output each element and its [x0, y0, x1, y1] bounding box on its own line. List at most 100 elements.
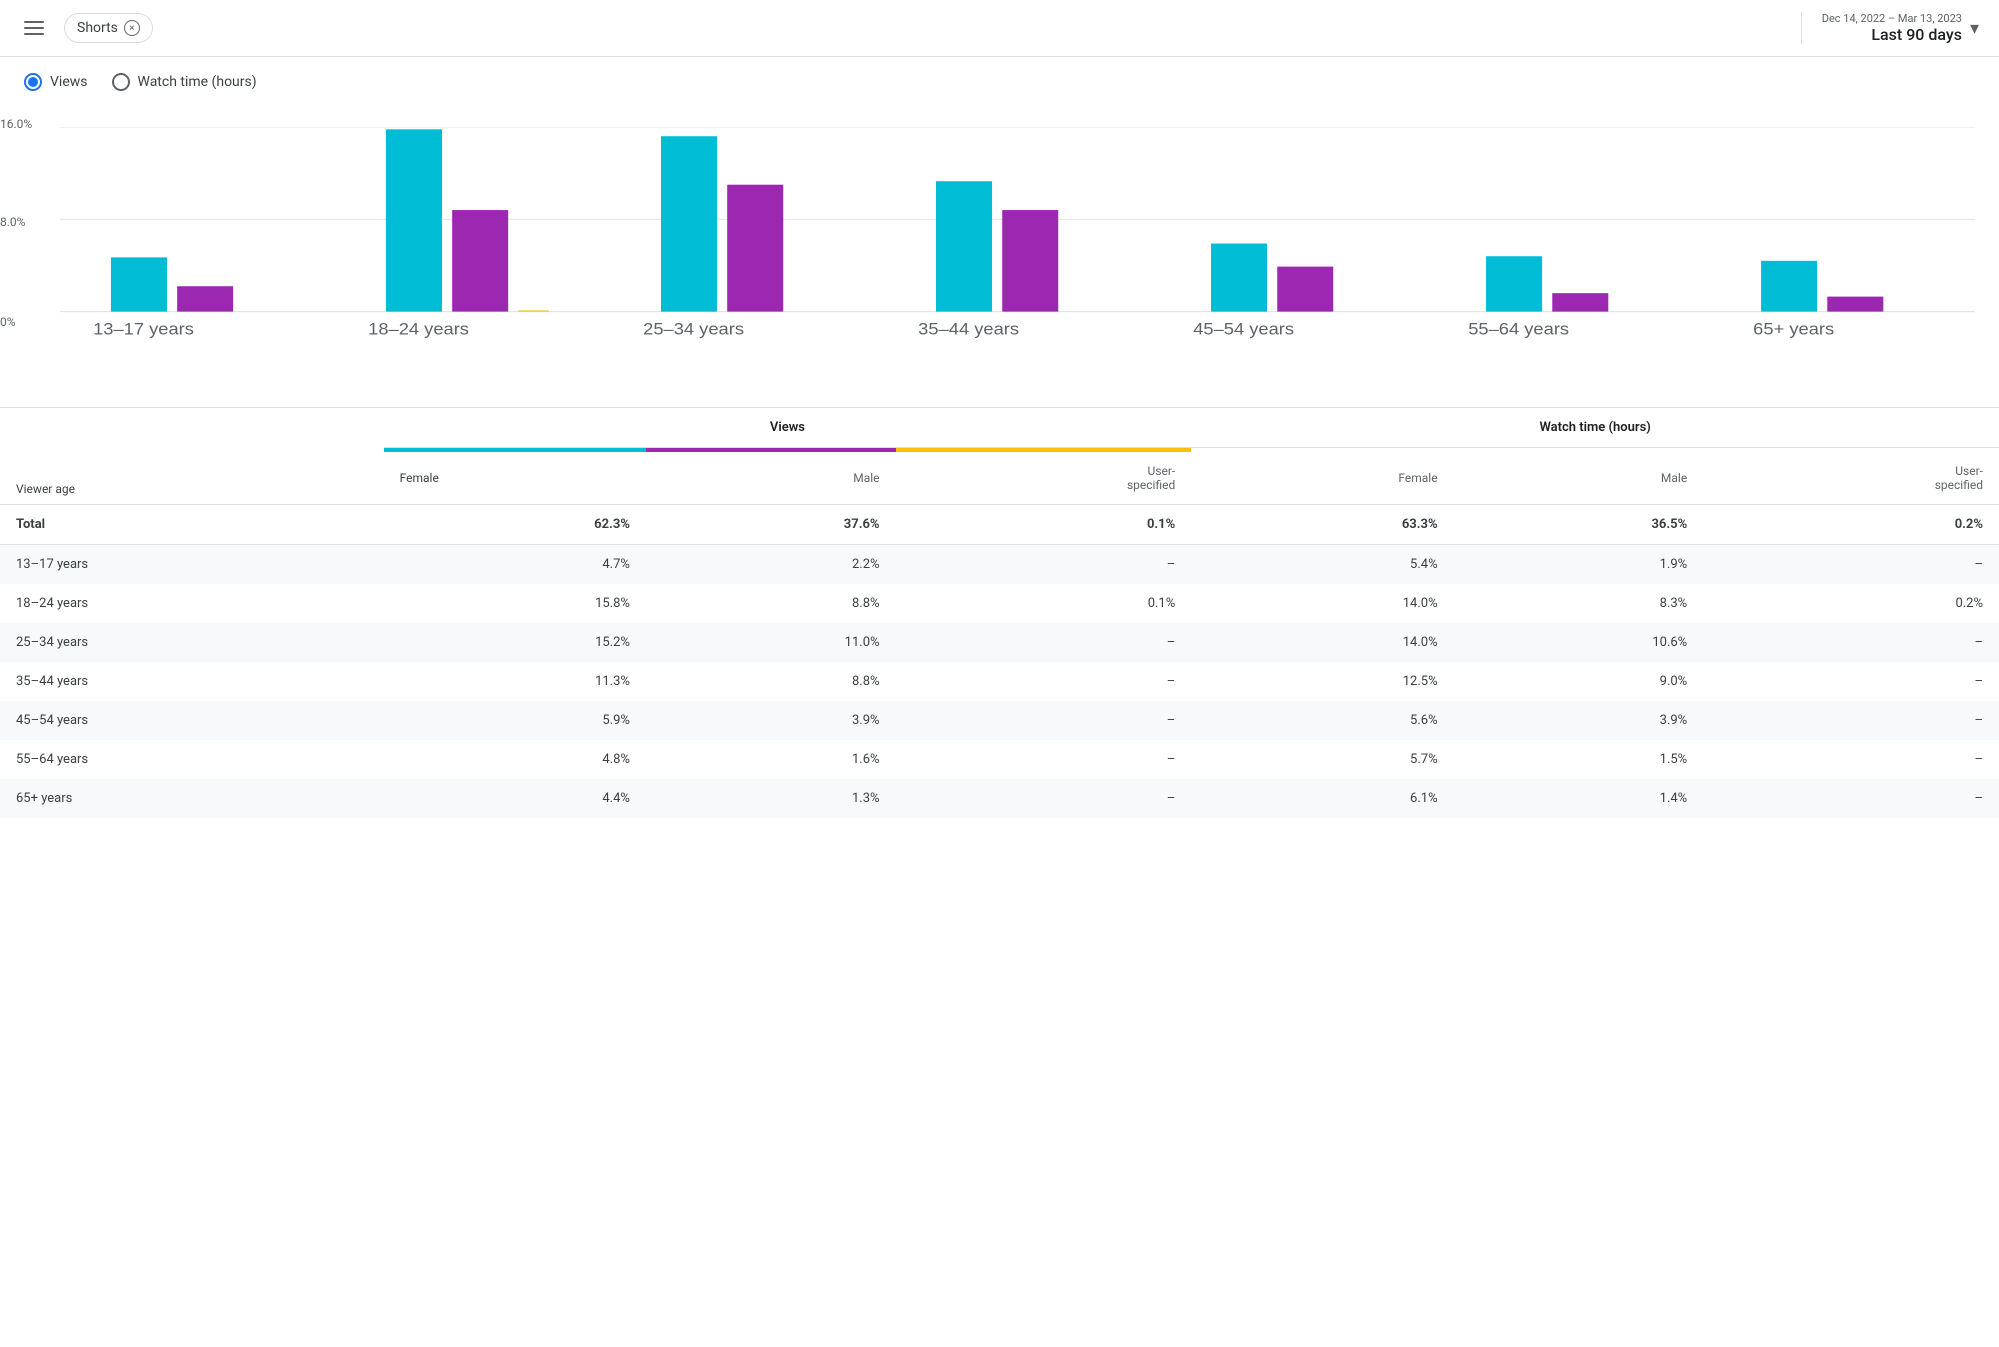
- row-value: 10.6%: [1454, 623, 1704, 662]
- bar-65plus-male: [1827, 297, 1883, 312]
- row-value: 1.6%: [646, 740, 896, 779]
- bar-25-34-female: [661, 136, 717, 311]
- row-value: 4.8%: [384, 740, 646, 779]
- bar-18-24-user: [518, 310, 549, 311]
- row-value: –: [896, 662, 1192, 701]
- svg-text:13–17 years: 13–17 years: [93, 319, 194, 338]
- views-user-header: User-specified: [896, 452, 1192, 505]
- data-row: 18–24 years15.8%8.8%0.1%14.0%8.3%0.2%: [0, 584, 1999, 623]
- row-value: 1.9%: [1454, 545, 1704, 585]
- row-value: 0.2%: [1703, 584, 1999, 623]
- watch-time-radio[interactable]: Watch time (hours): [112, 73, 257, 91]
- row-value: 11.3%: [384, 662, 646, 701]
- row-value: 5.4%: [1191, 545, 1453, 585]
- row-value: 1.4%: [1454, 779, 1704, 818]
- row-value: 8.8%: [646, 584, 896, 623]
- row-value: –: [896, 740, 1192, 779]
- bar-18-24-male: [452, 210, 508, 312]
- data-table: Viewer age Views Watch time (hours) Fema…: [0, 408, 1999, 818]
- group-header-row: Viewer age Views Watch time (hours): [0, 408, 1999, 448]
- data-row: 45–54 years5.9%3.9%–5.6%3.9%–: [0, 701, 1999, 740]
- close-icon: ×: [129, 23, 134, 34]
- hamburger-menu[interactable]: [20, 17, 48, 39]
- bar-45-54-male: [1277, 267, 1333, 312]
- row-label: 13–17 years: [0, 545, 384, 585]
- svg-text:65+ years: 65+ years: [1753, 319, 1834, 338]
- row-label: 45–54 years: [0, 701, 384, 740]
- row-value: 15.8%: [384, 584, 646, 623]
- filter-chip-label: Shorts: [77, 20, 118, 36]
- row-value: 1.5%: [1454, 740, 1704, 779]
- svg-text:55–64 years: 55–64 years: [1468, 319, 1569, 338]
- row-label: 18–24 years: [0, 584, 384, 623]
- row-value: 3.9%: [1454, 701, 1704, 740]
- row-value: –: [1703, 545, 1999, 585]
- svg-text:25–34 years: 25–34 years: [643, 319, 744, 338]
- row-value: –: [896, 623, 1192, 662]
- views-female-header: Female: [384, 452, 646, 505]
- row-value: –: [1703, 779, 1999, 818]
- row-value: 0.2%: [1703, 505, 1999, 545]
- row-value: 9.0%: [1454, 662, 1704, 701]
- row-value: 1.3%: [646, 779, 896, 818]
- bar-25-34-male: [727, 185, 783, 312]
- date-range-sub: Dec 14, 2022 – Mar 13, 2023: [1822, 12, 1962, 25]
- row-value: 3.9%: [646, 701, 896, 740]
- data-row: 55–64 years4.8%1.6%–5.7%1.5%–: [0, 740, 1999, 779]
- watch-time-radio-label: Watch time (hours): [138, 74, 257, 90]
- row-value: 63.3%: [1191, 505, 1453, 545]
- watch-user-header: User-specified: [1703, 452, 1999, 505]
- chevron-down-icon: ▾: [1970, 18, 1979, 39]
- date-range-selector[interactable]: Dec 14, 2022 – Mar 13, 2023 Last 90 days…: [1801, 12, 1979, 44]
- views-radio-circle: [24, 73, 42, 91]
- data-row: 65+ years4.4%1.3%–6.1%1.4%–: [0, 779, 1999, 818]
- views-group-header: Views: [384, 408, 1192, 448]
- metric-radio-group: Views Watch time (hours): [0, 57, 1999, 107]
- row-label: 35–44 years: [0, 662, 384, 701]
- y-axis-8: 8.0%: [0, 215, 25, 229]
- row-value: 6.1%: [1191, 779, 1453, 818]
- bar-45-54-female: [1211, 244, 1267, 312]
- row-value: 12.5%: [1191, 662, 1453, 701]
- row-value: –: [1703, 740, 1999, 779]
- row-value: 5.6%: [1191, 701, 1453, 740]
- bar-13-17-male: [177, 286, 233, 311]
- y-axis-16: 16.0%: [0, 117, 32, 131]
- watch-group-header: Watch time (hours): [1191, 408, 1999, 448]
- date-range-main: Last 90 days: [1822, 25, 1962, 44]
- row-value: –: [896, 701, 1192, 740]
- top-bar: Shorts × Dec 14, 2022 – Mar 13, 2023 Las…: [0, 0, 1999, 57]
- row-value: 14.0%: [1191, 623, 1453, 662]
- bar-35-44-female: [936, 181, 992, 311]
- svg-text:45–54 years: 45–54 years: [1193, 319, 1294, 338]
- row-value: 4.4%: [384, 779, 646, 818]
- row-value: 4.7%: [384, 545, 646, 585]
- top-left: Shorts ×: [20, 13, 153, 43]
- row-label: Total: [0, 505, 384, 545]
- bar-18-24-female: [386, 129, 442, 311]
- row-value: 0.1%: [896, 584, 1192, 623]
- row-value: 62.3%: [384, 505, 646, 545]
- bar-35-44-male: [1002, 210, 1058, 312]
- row-value: 2.2%: [646, 545, 896, 585]
- row-value: –: [1703, 623, 1999, 662]
- views-radio[interactable]: Views: [24, 73, 88, 91]
- row-label: 25–34 years: [0, 623, 384, 662]
- viewer-age-header: Viewer age: [0, 408, 384, 505]
- svg-text:18–24 years: 18–24 years: [368, 319, 469, 338]
- data-row: 35–44 years11.3%8.8%–12.5%9.0%–: [0, 662, 1999, 701]
- date-range-text: Dec 14, 2022 – Mar 13, 2023 Last 90 days: [1822, 12, 1962, 44]
- bar-13-17-female: [111, 257, 167, 311]
- data-table-section: Viewer age Views Watch time (hours) Fema…: [0, 407, 1999, 818]
- row-value: 8.8%: [646, 662, 896, 701]
- watch-time-radio-circle: [112, 73, 130, 91]
- row-value: –: [1703, 662, 1999, 701]
- filter-chip-close[interactable]: ×: [124, 20, 140, 36]
- views-radio-label: Views: [50, 74, 88, 90]
- row-label: 55–64 years: [0, 740, 384, 779]
- svg-text:35–44 years: 35–44 years: [918, 319, 1019, 338]
- row-value: –: [896, 545, 1192, 585]
- shorts-filter-chip[interactable]: Shorts ×: [64, 13, 153, 43]
- watch-male-header: Male: [1454, 452, 1704, 505]
- row-value: 8.3%: [1454, 584, 1704, 623]
